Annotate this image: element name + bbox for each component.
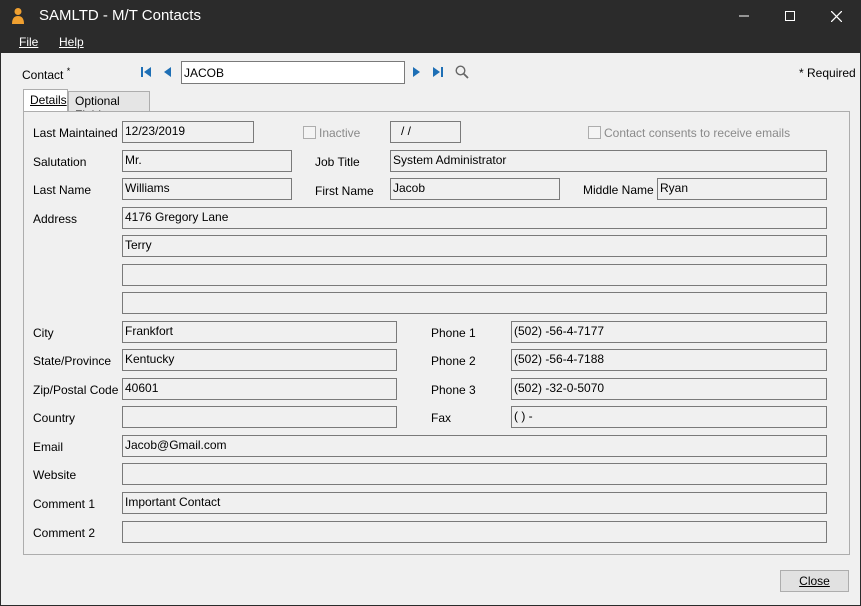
fax-label: Fax	[431, 411, 452, 425]
tab-optional-fields[interactable]: Optional Fields	[68, 91, 150, 122]
required-note: * Required	[799, 66, 856, 80]
first-record-button[interactable]	[138, 63, 154, 81]
contact-input[interactable]	[181, 61, 405, 84]
last-maintained-label: Last Maintained	[33, 126, 118, 140]
next-record-button[interactable]	[408, 63, 424, 81]
minimize-icon	[739, 15, 749, 17]
next-icon	[413, 67, 420, 77]
comment1-field[interactable]: Important Contact	[122, 492, 827, 514]
address-label: Address	[33, 212, 78, 226]
close-button[interactable]: Close	[780, 570, 849, 592]
close-icon	[830, 10, 842, 22]
main-window: SAMLTD - M/T Contacts File Help Contact …	[0, 0, 861, 606]
inactive-checkbox[interactable]	[303, 126, 316, 139]
state-field[interactable]: Kentucky	[122, 349, 397, 371]
last-icon	[433, 67, 443, 77]
phone1-field[interactable]: (502) -56-4-7177	[511, 321, 827, 343]
previous-record-button[interactable]	[160, 63, 176, 81]
address-line-2-field[interactable]: Terry	[122, 235, 827, 257]
zip-label: Zip/Postal Code	[33, 383, 119, 397]
website-label: Website	[33, 468, 77, 482]
first-name-field[interactable]: Jacob	[390, 178, 560, 200]
phone3-field[interactable]: (502) -32-0-5070	[511, 378, 827, 400]
city-field[interactable]: Frankfort	[122, 321, 397, 343]
phone2-field[interactable]: (502) -56-4-7188	[511, 349, 827, 371]
job-title-field[interactable]: System Administrator	[390, 150, 827, 172]
country-field[interactable]	[122, 406, 397, 428]
website-field[interactable]	[122, 463, 827, 485]
consent-label: Contact consents to receive emails	[604, 126, 791, 140]
window-title: SAMLTD - M/T Contacts	[39, 7, 201, 24]
phone2-label: Phone 2	[431, 354, 476, 368]
job-title-label: Job Title	[315, 155, 360, 169]
last-name-field[interactable]: Williams	[122, 178, 292, 200]
title-bar: SAMLTD - M/T Contacts	[1, 1, 860, 31]
comment2-field[interactable]	[122, 521, 827, 543]
last-name-label: Last Name	[33, 183, 92, 197]
menu-file[interactable]: File	[19, 35, 38, 49]
city-label: City	[33, 326, 54, 340]
fax-field[interactable]: ( ) -	[511, 406, 827, 428]
last-record-button[interactable]	[430, 63, 446, 81]
maximize-button[interactable]	[767, 1, 813, 31]
middle-name-label: Middle Name	[583, 183, 654, 197]
middle-name-field[interactable]: Ryan	[657, 178, 827, 200]
address-line-3-field[interactable]	[122, 264, 827, 286]
address-line-1-field[interactable]: 4176 Gregory Lane	[122, 207, 827, 229]
salutation-field[interactable]: Mr.	[122, 150, 292, 172]
first-name-label: First Name	[315, 184, 374, 198]
inactive-label: Inactive	[319, 126, 361, 140]
close-window-button[interactable]	[813, 1, 859, 31]
phone1-label: Phone 1	[431, 326, 476, 340]
inactive-date-field: / /	[390, 121, 461, 143]
comment1-label: Comment 1	[33, 497, 96, 511]
comment2-label: Comment 2	[33, 526, 96, 540]
menu-bar: File Help	[1, 31, 860, 53]
search-icon	[455, 65, 469, 79]
zip-field[interactable]: 40601	[122, 378, 397, 400]
maximize-icon	[785, 11, 795, 21]
menu-help[interactable]: Help	[59, 35, 84, 49]
salutation-label: Salutation	[33, 155, 87, 169]
first-icon	[141, 67, 151, 77]
previous-icon	[164, 67, 171, 77]
state-label: State/Province	[33, 354, 112, 368]
email-field[interactable]: Jacob@Gmail.com	[122, 435, 827, 457]
phone3-label: Phone 3	[431, 383, 476, 397]
email-label: Email	[33, 440, 64, 454]
minimize-button[interactable]	[721, 1, 767, 31]
country-label: Country	[33, 411, 76, 425]
finder-button[interactable]	[454, 63, 470, 81]
contact-label: Contact *	[22, 66, 71, 82]
address-line-4-field[interactable]	[122, 292, 827, 314]
person-icon	[12, 8, 24, 24]
tab-details[interactable]: Details	[23, 89, 68, 112]
last-maintained-field: 12/23/2019	[122, 121, 254, 143]
consent-checkbox[interactable]	[588, 126, 601, 139]
